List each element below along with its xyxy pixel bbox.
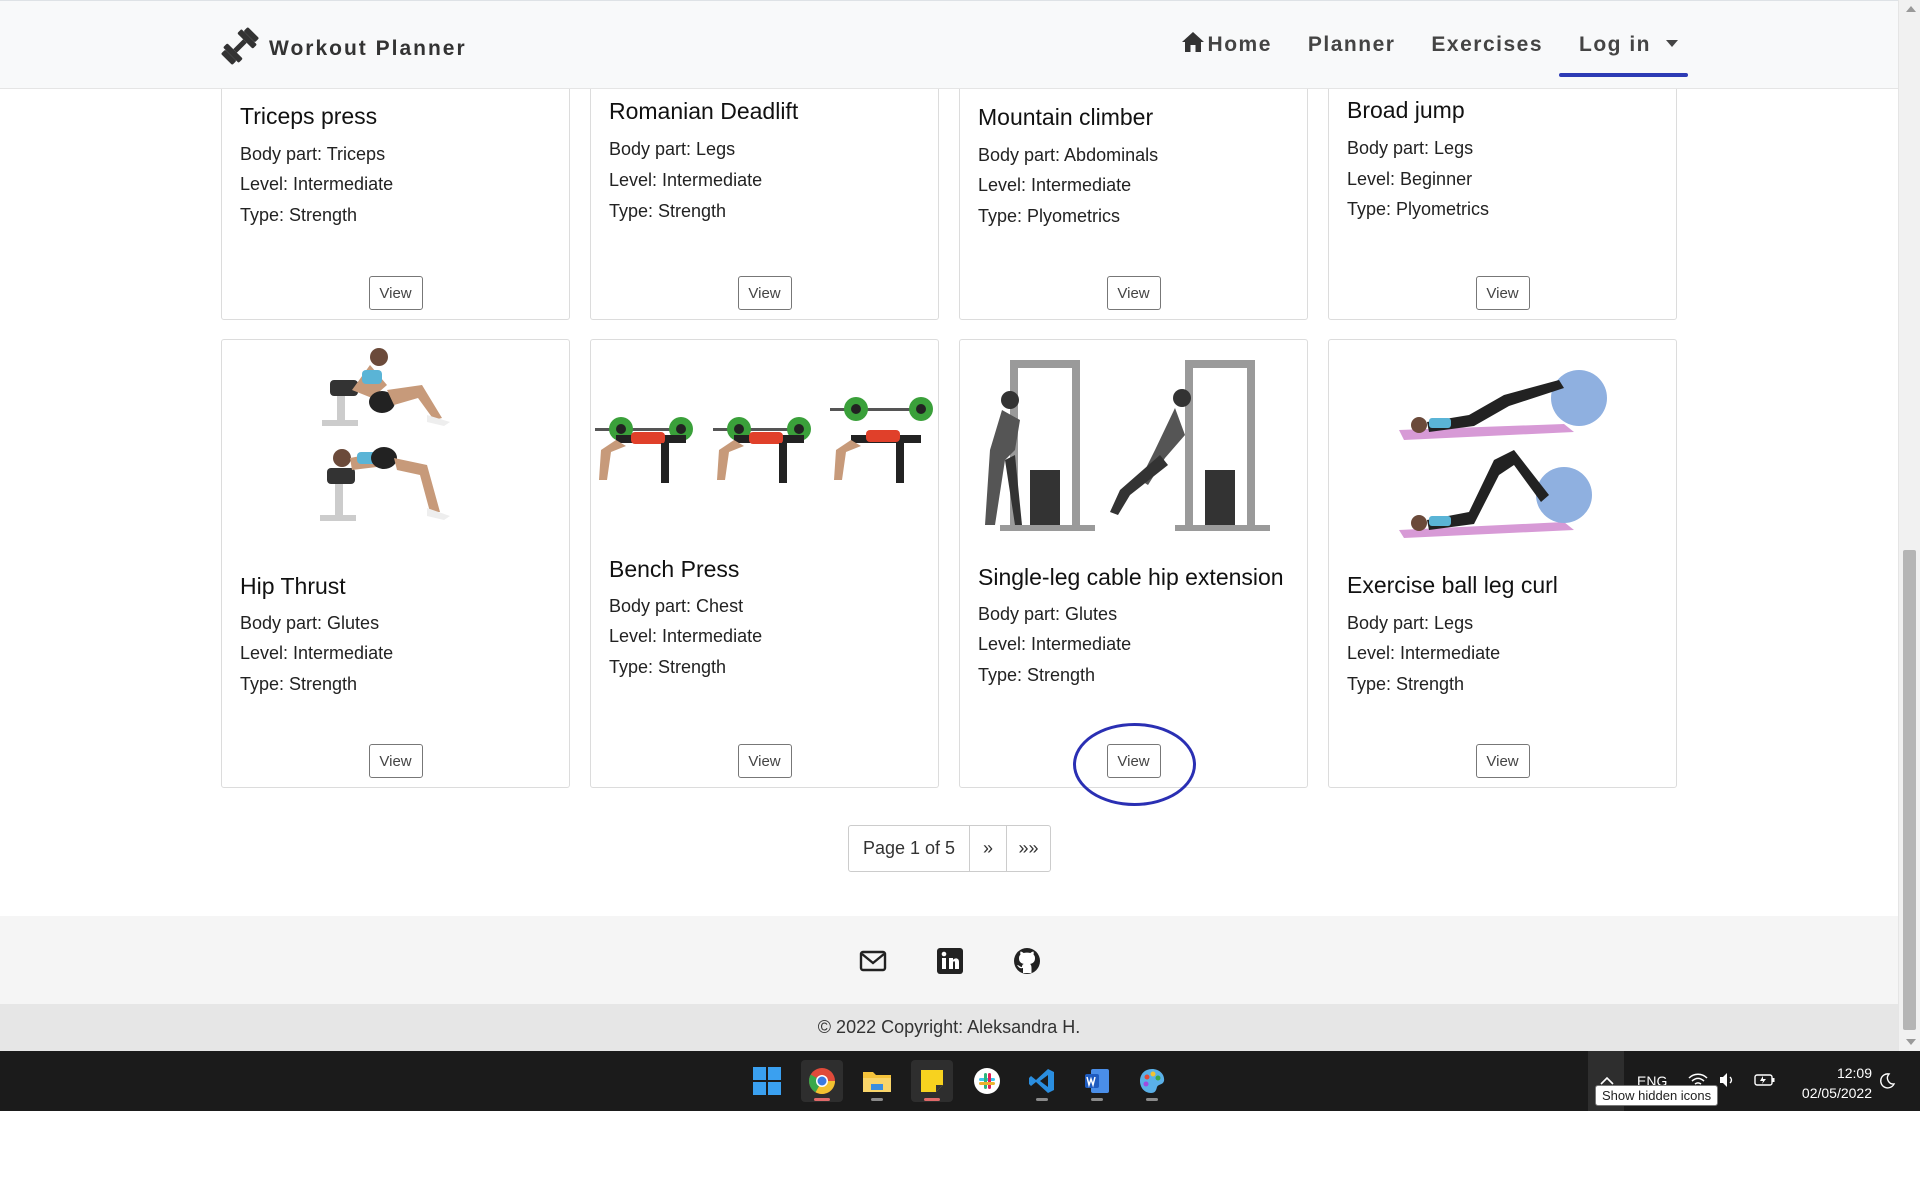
- card-title: Bench Press: [609, 556, 740, 582]
- brand-name: Workout Planner: [269, 36, 467, 60]
- scroll-down-icon[interactable]: [1906, 1039, 1916, 1045]
- card-type: Type: Plyometrics: [1347, 199, 1490, 219]
- card-body-part: Body part: Legs: [609, 139, 736, 159]
- windows-start-icon[interactable]: [746, 1060, 788, 1102]
- exercise-card: Hip Thrust Body part: Glutes Level: Inte…: [221, 339, 570, 788]
- tooltip: Show hidden icons: [1595, 1085, 1719, 1106]
- view-button[interactable]: View: [1106, 276, 1161, 310]
- linkedin-icon[interactable]: [935, 946, 965, 976]
- card-type: Type: Plyometrics: [978, 206, 1121, 226]
- card-level: Level: Beginner: [1347, 169, 1473, 189]
- dumbbell-icon: [219, 25, 261, 72]
- hip-thrust-illustration: [222, 340, 569, 550]
- file-explorer-icon[interactable]: [856, 1060, 898, 1102]
- app-running-indicator: [1091, 1098, 1103, 1101]
- page-indicator: Page 1 of 5: [862, 838, 956, 858]
- card-type: Type: Strength: [978, 665, 1096, 685]
- nav-planner[interactable]: Planner: [1308, 33, 1396, 57]
- view-button[interactable]: View: [1475, 276, 1530, 310]
- app-running-indicator: [871, 1098, 883, 1101]
- card-level: Level: Intermediate: [240, 174, 394, 194]
- card-body-part: Body part: Triceps: [240, 144, 386, 164]
- card-title: Single-leg cable hip extension: [978, 564, 1284, 590]
- card-title: Mountain climber: [978, 104, 1154, 130]
- exercise-card: Single-leg cable hip extension Body part…: [959, 339, 1308, 788]
- card-level: Level: Intermediate: [240, 643, 394, 663]
- battery-icon: [1754, 1073, 1776, 1090]
- app-running-indicator: [1146, 1098, 1158, 1101]
- card-level: Level: Intermediate: [609, 626, 763, 646]
- card-level: Level: Intermediate: [609, 170, 763, 190]
- nav-exercises[interactable]: Exercises: [1431, 33, 1543, 57]
- card-level: Level: Intermediate: [1347, 643, 1501, 663]
- app-running-indicator: [814, 1098, 830, 1101]
- nav-home[interactable]: Home: [1181, 31, 1272, 59]
- blank-area: [0, 1111, 1920, 1200]
- exercise-card: Exercise ball leg curl Body part: Legs L…: [1328, 339, 1677, 788]
- card-title: Broad jump: [1347, 97, 1465, 123]
- scroll-up-icon[interactable]: [1906, 6, 1916, 12]
- last-page-button[interactable]: »»: [1006, 826, 1050, 871]
- bench-press-illustration: [591, 340, 938, 550]
- view-button[interactable]: View: [737, 744, 792, 778]
- pagination: Page 1 of 5 » »»: [848, 825, 1051, 872]
- card-title: Exercise ball leg curl: [1347, 572, 1558, 598]
- card-body-part: Body part: Chest: [609, 596, 744, 616]
- email-icon[interactable]: [858, 946, 888, 976]
- card-title: Hip Thrust: [240, 573, 346, 599]
- card-type: Type: Strength: [1347, 674, 1465, 694]
- card-type: Type: Strength: [609, 201, 727, 221]
- chrome-icon[interactable]: [801, 1060, 843, 1102]
- home-icon: [1181, 31, 1205, 59]
- taskbar-clock[interactable]: 12:09 02/05/2022: [1802, 1063, 1872, 1103]
- page-scrollbar[interactable]: [1898, 0, 1920, 1051]
- card-body-part: Body part: Glutes: [240, 613, 380, 633]
- nav-planner-label: Planner: [1307, 33, 1396, 56]
- card-body-part: Body part: Legs: [1347, 613, 1474, 633]
- vscode-icon[interactable]: [1021, 1060, 1063, 1102]
- card-type: Type: Strength: [240, 674, 358, 694]
- footer-social: [0, 916, 1898, 1004]
- card-body-part: Body part: Abdominals: [978, 145, 1159, 165]
- card-title: Romanian Deadlift: [609, 98, 799, 124]
- view-button[interactable]: View: [368, 744, 423, 778]
- view-button[interactable]: View: [737, 276, 792, 310]
- card-type: Type: Strength: [240, 205, 358, 225]
- view-button[interactable]: View: [368, 276, 423, 310]
- nav-exercises-label: Exercises: [1431, 33, 1544, 56]
- word-icon[interactable]: [1076, 1060, 1118, 1102]
- nav-login-dropdown[interactable]: Log in: [1559, 33, 1688, 77]
- view-button[interactable]: View: [1106, 744, 1161, 778]
- sticky-notes-icon[interactable]: [911, 1060, 953, 1102]
- github-icon[interactable]: [1012, 946, 1042, 976]
- volume-icon: [1718, 1072, 1736, 1091]
- nav-login-label: Log in: [1579, 33, 1651, 56]
- card-level: Level: Intermediate: [978, 634, 1132, 654]
- clock-time: 12:09: [1836, 1065, 1872, 1081]
- paint-icon[interactable]: [1131, 1060, 1173, 1102]
- card-title: Triceps press: [240, 103, 378, 129]
- nav-home-label: Home: [1207, 33, 1272, 56]
- ball-leg-curl-illustration: [1329, 340, 1676, 550]
- card-body-part: Body part: Glutes: [978, 604, 1118, 624]
- brand[interactable]: Workout Planner: [219, 25, 467, 72]
- chevron-down-icon: [1666, 39, 1678, 47]
- card-type: Type: Strength: [609, 657, 727, 677]
- top-navbar: Workout Planner Home Planner Exercises L…: [0, 0, 1898, 89]
- copyright: © 2022 Copyright: Aleksandra H.: [0, 1004, 1898, 1051]
- view-button[interactable]: View: [1475, 744, 1530, 778]
- app-running-indicator: [1036, 1098, 1048, 1101]
- scroll-thumb[interactable]: [1903, 550, 1916, 1030]
- card-level: Level: Intermediate: [978, 175, 1132, 195]
- exercise-card: Bench Press Body part: Chest Level: Inte…: [590, 339, 939, 788]
- clock-date: 02/05/2022: [1801, 1085, 1872, 1101]
- focus-assist-icon[interactable]: [1878, 1051, 1896, 1111]
- slack-icon[interactable]: [966, 1060, 1008, 1102]
- cable-hip-extension-illustration: [960, 340, 1307, 550]
- next-page-button[interactable]: »: [969, 826, 1006, 871]
- card-body-part: Body part: Legs: [1347, 138, 1474, 158]
- app-running-indicator: [924, 1098, 940, 1101]
